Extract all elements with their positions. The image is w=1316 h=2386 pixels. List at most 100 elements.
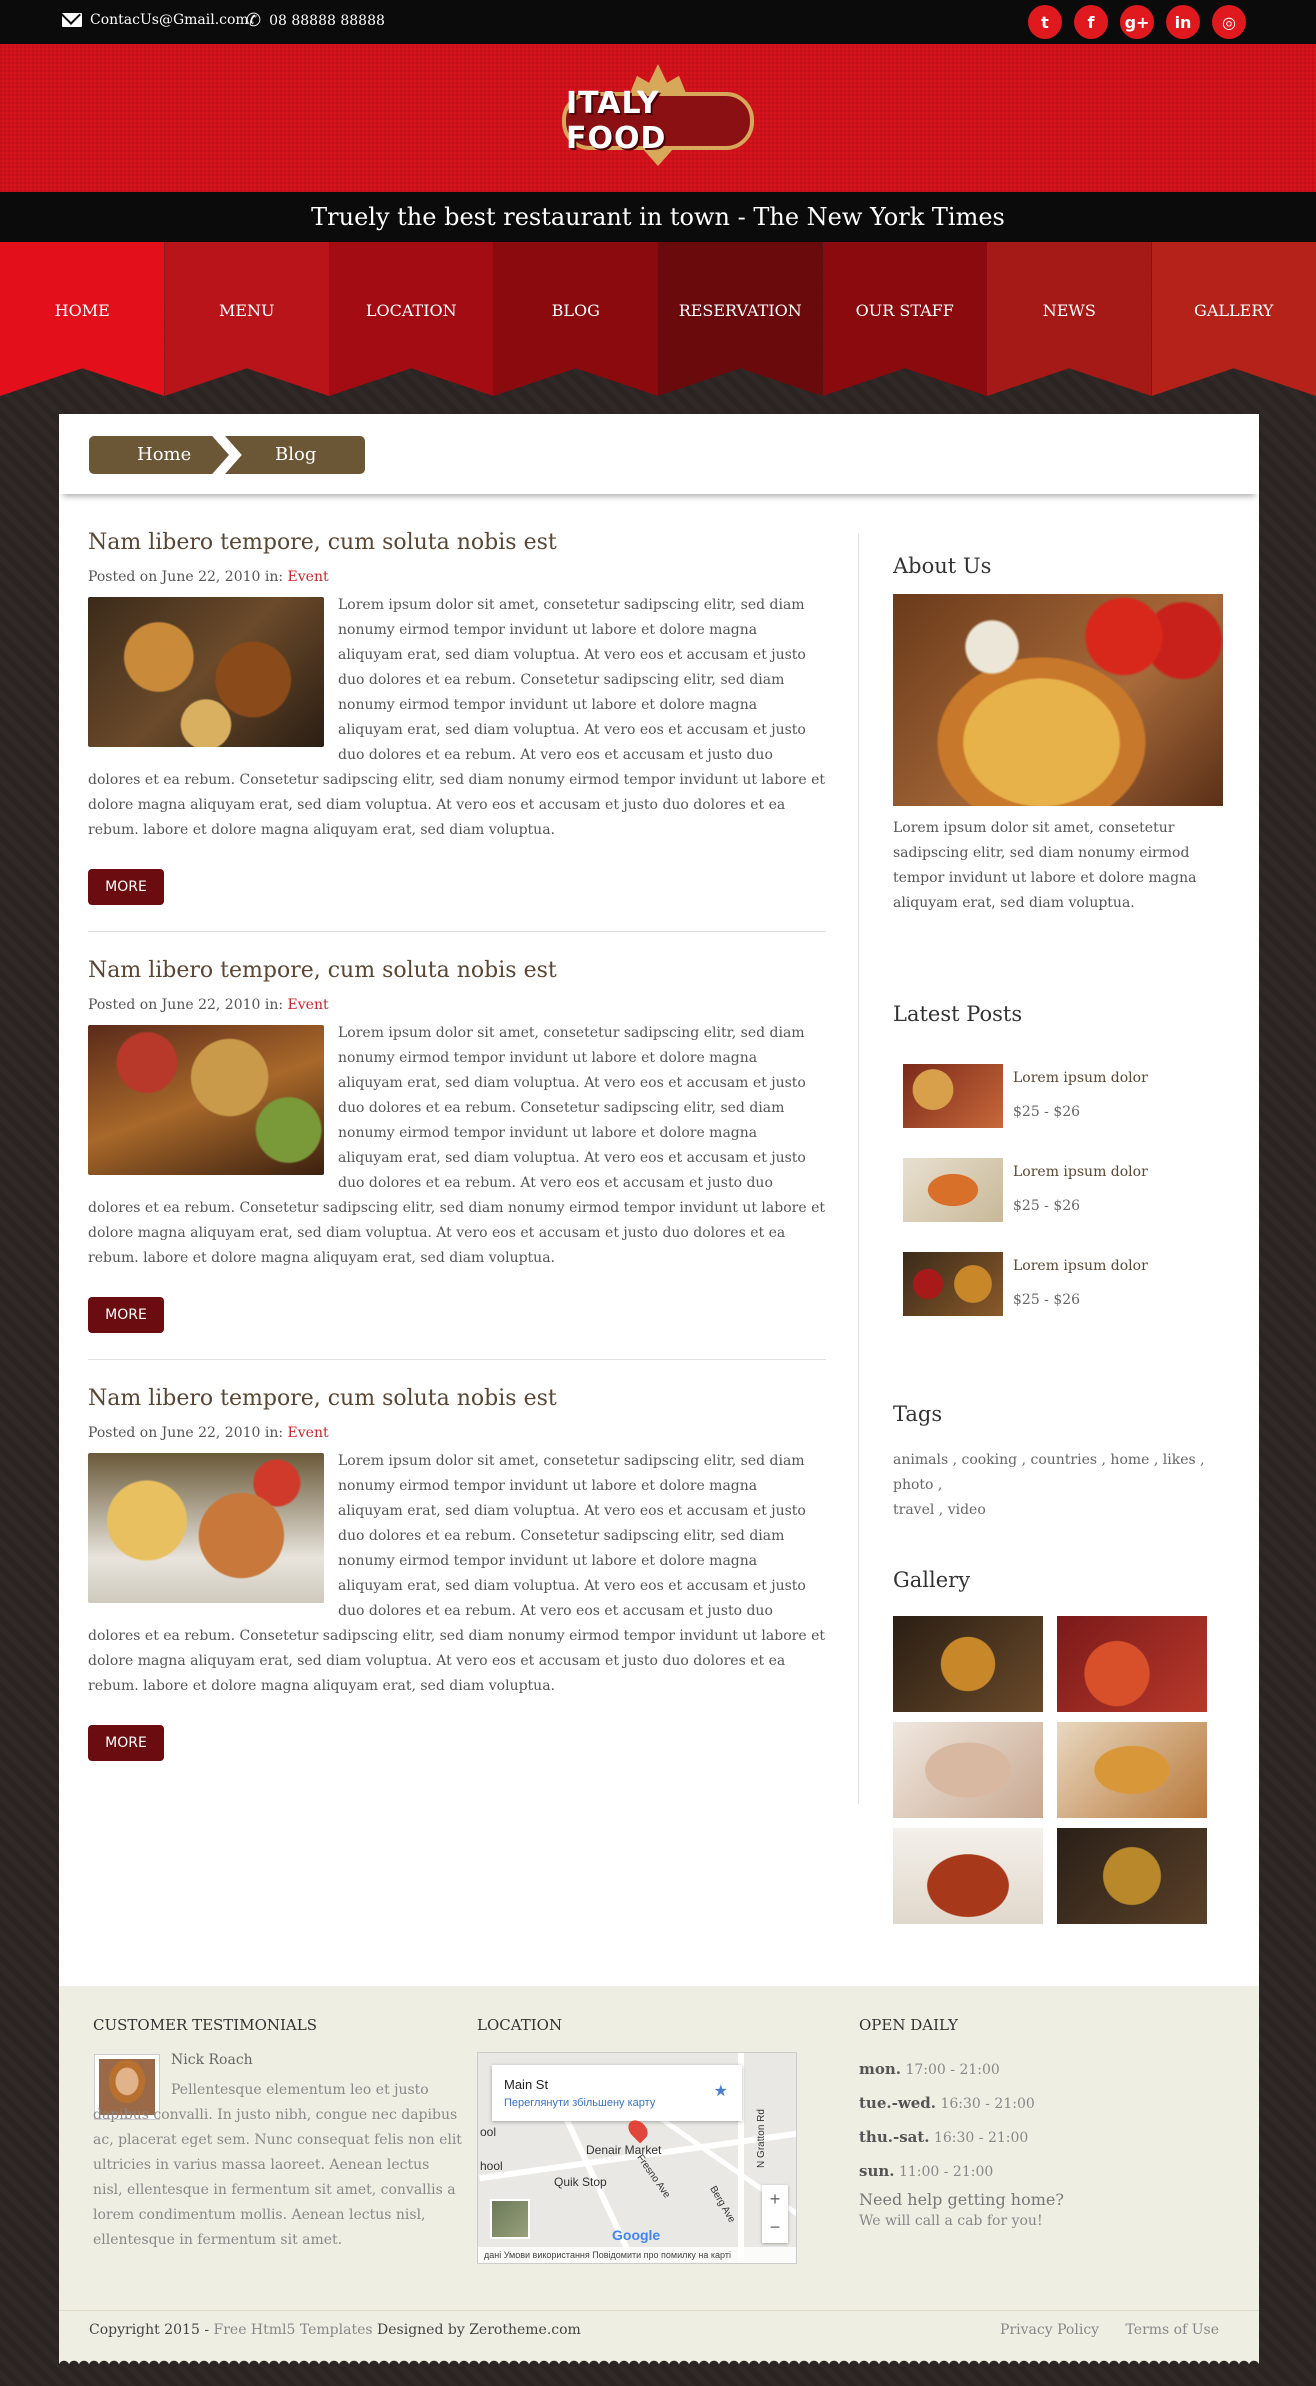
tags-title: Tags bbox=[893, 1402, 943, 1426]
hours-day: tue.-wed. bbox=[859, 2094, 936, 2112]
tag-link[interactable]: animals bbox=[893, 1452, 948, 1468]
tag-link[interactable]: countries bbox=[1030, 1452, 1097, 1468]
nav-item-menu[interactable]: MENU bbox=[164, 242, 329, 396]
tag-link[interactable]: home bbox=[1110, 1452, 1149, 1468]
google-plus-icon[interactable]: g+ bbox=[1120, 5, 1154, 39]
post-divider bbox=[88, 1359, 826, 1360]
main-nav: HOME MENU LOCATION BLOG RESERVATION OUR … bbox=[0, 242, 1316, 396]
map-place-name: Main St bbox=[504, 2077, 549, 2092]
need-help-text: Need help getting home? bbox=[859, 2190, 1064, 2209]
about-widget: About Us Lorem ipsum dolor sit amet, con… bbox=[893, 554, 1223, 916]
latest-title: Latest Posts bbox=[893, 1002, 1023, 1026]
tag-link[interactable]: travel bbox=[893, 1502, 934, 1518]
map-label: Denair Market bbox=[586, 2143, 662, 2157]
linkedin-icon[interactable]: in bbox=[1166, 5, 1200, 39]
nav-item-our-staff[interactable]: OUR STAFF bbox=[822, 242, 987, 396]
post-title[interactable]: Nam libero tempore, cum soluta nobis est bbox=[88, 958, 826, 983]
post-meta: Posted on June 22, 2010 in: Event bbox=[88, 1425, 826, 1441]
gallery-widget: Gallery bbox=[893, 1568, 1223, 1592]
gallery-image[interactable] bbox=[1057, 1722, 1207, 1818]
more-button[interactable]: MORE bbox=[88, 869, 164, 905]
free-templates-link[interactable]: Free Html5 Templates bbox=[214, 2322, 373, 2338]
post-category[interactable]: Event bbox=[288, 997, 329, 1013]
designed-by-link[interactable]: Designed by Zerotheme.com bbox=[377, 2322, 581, 2338]
post-date: Posted on June 22, 2010 in: bbox=[88, 569, 284, 585]
latest-post-title[interactable]: Lorem ipsum dolor bbox=[1013, 1258, 1148, 1274]
more-button[interactable]: MORE bbox=[88, 1297, 164, 1333]
latest-post-item[interactable]: Lorem ipsum dolor $25 - $26 bbox=[903, 1158, 1203, 1222]
post-title[interactable]: Nam libero tempore, cum soluta nobis est bbox=[88, 1386, 826, 1411]
map-zoom-control[interactable]: + − bbox=[762, 2185, 788, 2243]
breadcrumb-home[interactable]: Home bbox=[89, 436, 229, 474]
latest-post-item[interactable]: Lorem ipsum dolor $25 - $26 bbox=[903, 1064, 1203, 1128]
gallery-image[interactable] bbox=[893, 1828, 1043, 1924]
hours-time: 11:00 - 21:00 bbox=[898, 2164, 994, 2180]
instagram-icon[interactable]: ◎ bbox=[1212, 5, 1246, 39]
gallery-image[interactable] bbox=[893, 1616, 1043, 1712]
tag-link[interactable]: cooking bbox=[961, 1452, 1017, 1468]
tag-link[interactable]: photo bbox=[893, 1477, 933, 1493]
post-image bbox=[88, 1453, 324, 1603]
nav-item-home[interactable]: HOME bbox=[0, 242, 165, 396]
post-category[interactable]: Event bbox=[288, 1425, 329, 1441]
breadcrumb-current: Blog bbox=[225, 436, 365, 474]
post-image bbox=[88, 1025, 324, 1175]
logo-text: ITALY FOOD bbox=[566, 86, 667, 156]
twitter-icon[interactable]: t bbox=[1028, 5, 1062, 39]
nav-item-blog[interactable]: BLOG bbox=[493, 242, 658, 396]
facebook-icon[interactable]: f bbox=[1074, 5, 1108, 39]
hours-day: thu.-sat. bbox=[859, 2128, 930, 2146]
gallery-image[interactable] bbox=[893, 1722, 1043, 1818]
post-meta: Posted on June 22, 2010 in: Event bbox=[88, 569, 826, 585]
open-daily-title: OPEN DAILY bbox=[859, 2016, 958, 2034]
map-satellite-toggle[interactable] bbox=[490, 2199, 530, 2239]
sidebar-divider bbox=[858, 534, 859, 1804]
nav-item-news[interactable]: NEWS bbox=[987, 242, 1152, 396]
map-label: hool bbox=[480, 2159, 503, 2173]
location-map[interactable]: Main St Переглянути збільшену карту ★ De… bbox=[477, 2052, 797, 2264]
phone-contact[interactable]: ✆ 08 88888 88888 bbox=[246, 12, 385, 30]
map-view-larger-link[interactable]: Переглянути збільшену карту bbox=[504, 2097, 655, 2109]
map-street-label: Fresno Ave bbox=[634, 2152, 673, 2201]
nav-label: RESERVATION bbox=[678, 300, 802, 320]
map-label: ool bbox=[480, 2125, 497, 2139]
latest-post-thumb bbox=[903, 1252, 1003, 1316]
site-logo[interactable]: ITALY FOOD bbox=[556, 64, 760, 174]
privacy-policy-link[interactable]: Privacy Policy bbox=[1000, 2322, 1099, 2338]
gallery-image[interactable] bbox=[1057, 1616, 1207, 1712]
post-category[interactable]: Event bbox=[288, 569, 329, 585]
breadcrumb: Home Blog bbox=[89, 436, 365, 474]
tag-link[interactable]: video bbox=[948, 1502, 986, 1518]
tag-link[interactable]: likes bbox=[1163, 1452, 1196, 1468]
post-title[interactable]: Nam libero tempore, cum soluta nobis est bbox=[88, 530, 826, 555]
location-title: LOCATION bbox=[477, 2016, 563, 2034]
copyright: Copyright 2015 - Free Html5 Templates De… bbox=[89, 2322, 581, 2338]
latest-post-title[interactable]: Lorem ipsum dolor bbox=[1013, 1164, 1148, 1180]
top-bar: ContacUs@Gmail.com ✆ 08 88888 88888 t f … bbox=[0, 0, 1316, 44]
gallery-image[interactable] bbox=[1057, 1828, 1207, 1924]
nav-item-reservation[interactable]: RESERVATION bbox=[658, 242, 823, 396]
post-date: Posted on June 22, 2010 in: bbox=[88, 997, 284, 1013]
latest-post-title[interactable]: Lorem ipsum dolor bbox=[1013, 1070, 1148, 1086]
map-popup: Main St Переглянути збільшену карту ★ bbox=[492, 2065, 742, 2121]
hours-row: sun. 11:00 - 21:00 bbox=[859, 2154, 1159, 2188]
more-button[interactable]: MORE bbox=[88, 1725, 164, 1761]
post-date: Posted on June 22, 2010 in: bbox=[88, 1425, 284, 1441]
map-label: Quik Stop bbox=[554, 2175, 607, 2189]
star-icon[interactable]: ★ bbox=[714, 2081, 728, 2100]
footer-edge bbox=[59, 1978, 1259, 1988]
email-text: ContacUs@Gmail.com bbox=[90, 12, 249, 28]
blog-post: Nam libero tempore, cum soluta nobis est… bbox=[88, 530, 826, 905]
email-contact[interactable]: ContacUs@Gmail.com bbox=[62, 12, 249, 28]
nav-label: LOCATION bbox=[365, 300, 457, 320]
tags-widget: Tags bbox=[893, 1402, 1223, 1426]
nav-item-location[interactable]: LOCATION bbox=[329, 242, 494, 396]
tagline-bar: Truely the best restaurant in town - The… bbox=[0, 192, 1316, 242]
legal-links: Privacy Policy Terms of Use bbox=[978, 2322, 1219, 2338]
latest-post-thumb bbox=[903, 1158, 1003, 1222]
terms-of-use-link[interactable]: Terms of Use bbox=[1126, 2322, 1219, 2338]
hours-time: 16:30 - 21:00 bbox=[933, 2130, 1029, 2146]
latest-post-item[interactable]: Lorem ipsum dolor $25 - $26 bbox=[903, 1252, 1203, 1316]
main-content: Home Blog Nam libero tempore, cum soluta… bbox=[59, 414, 1259, 1986]
nav-item-gallery[interactable]: GALLERY bbox=[1151, 242, 1316, 396]
